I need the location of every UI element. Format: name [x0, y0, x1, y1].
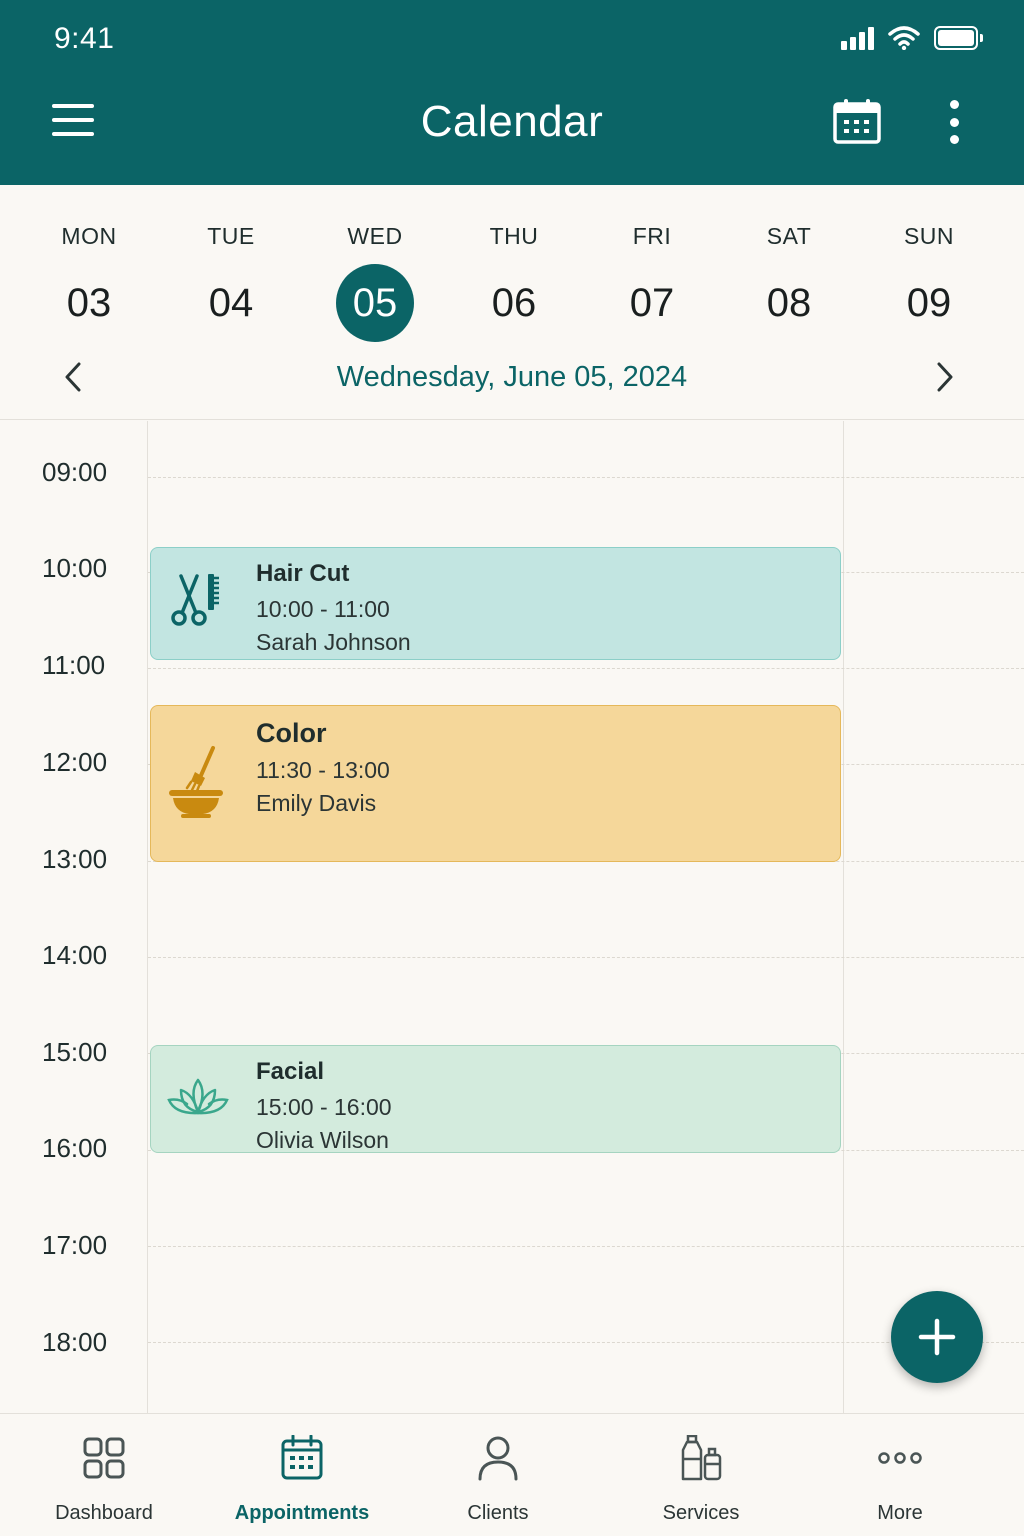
hour-label: 15:00	[42, 1037, 108, 1067]
hour-label: 17:00	[42, 1230, 108, 1260]
hour-label: 12:00	[42, 747, 108, 777]
selected-date-label: Wednesday, June 05, 2024	[336, 361, 688, 393]
hour-gridline	[148, 477, 1024, 478]
battery-icon	[934, 26, 983, 50]
appointment-details: Color 11:30 - 13:00 Emily Davis	[256, 718, 390, 817]
day-name: TUE	[207, 223, 255, 249]
dashboard-grid-icon	[4, 1434, 204, 1482]
day-name: SAT	[766, 223, 812, 249]
hour-label: 18:00	[42, 1327, 108, 1357]
day-number: 04	[208, 281, 254, 325]
day-mon[interactable]: MON 03	[34, 223, 144, 342]
nav-services[interactable]: Services	[601, 1434, 801, 1525]
right-column-divider	[843, 421, 844, 1413]
nav-appointments[interactable]: Appointments	[202, 1434, 402, 1525]
appointment-time: 15:00 - 16:00	[256, 1094, 392, 1120]
hour-label: 14:00	[42, 940, 108, 970]
nav-clients[interactable]: Clients	[398, 1434, 598, 1525]
nav-label: Appointments	[234, 1502, 370, 1524]
app-header: 9:41 Calendar	[0, 0, 1024, 185]
day-name: THU	[489, 223, 539, 249]
day-tue[interactable]: TUE 04	[176, 223, 286, 342]
day-fri[interactable]: FRI 07	[597, 223, 707, 342]
bottom-navigation: Dashboard Appointments Clients Services …	[0, 1413, 1024, 1536]
signal-icon	[841, 26, 874, 50]
hour-label: 09:00	[42, 457, 108, 487]
day-name: FRI	[632, 223, 672, 249]
hour-label: 16:00	[42, 1133, 108, 1163]
appointment-card-color[interactable]: Color 11:30 - 13:00 Emily Davis	[150, 705, 841, 862]
appointment-card-hair-cut[interactable]: Hair Cut 10:00 - 11:00 Sarah Johnson	[150, 547, 841, 660]
nav-label: Dashboard	[55, 1502, 153, 1524]
day-number: 05	[336, 264, 414, 342]
lotus-icon	[167, 1076, 229, 1123]
status-icons	[841, 26, 983, 50]
person-icon	[398, 1434, 598, 1482]
hour-gridline	[148, 957, 1024, 958]
nav-label: Services	[662, 1502, 740, 1524]
more-options-icon[interactable]	[944, 100, 964, 144]
day-number: 06	[491, 281, 537, 325]
appointment-client: Emily Davis	[256, 790, 377, 816]
day-number: 03	[66, 281, 112, 325]
day-name: WED	[347, 223, 403, 249]
appointment-card-facial[interactable]: Facial 15:00 - 16:00 Olivia Wilson	[150, 1045, 841, 1153]
hour-label: 10:00	[42, 553, 108, 583]
calendar-icon	[202, 1434, 402, 1482]
calendar-icon	[833, 99, 881, 144]
appointment-time: 10:00 - 11:00	[256, 596, 390, 622]
more-dots-icon	[800, 1434, 1000, 1482]
plus-icon	[918, 1318, 956, 1356]
chevron-right-icon	[937, 362, 953, 392]
day-sat[interactable]: SAT 08	[734, 223, 844, 342]
day-number: 09	[906, 281, 952, 325]
day-timeline[interactable]: 09:00 10:00 11:00 12:00 13:00 14:00 15:0…	[0, 421, 1024, 1413]
next-day-button[interactable]	[932, 360, 958, 399]
appointment-client: Olivia Wilson	[256, 1127, 389, 1153]
hour-label: 11:00	[42, 650, 106, 680]
day-number: 07	[629, 281, 675, 325]
calendar-picker-button[interactable]	[832, 98, 882, 149]
appointment-title: Facial	[256, 1058, 325, 1085]
color-bowl-brush-icon	[167, 744, 227, 823]
appointment-title: Color	[256, 718, 327, 748]
day-wed-selected[interactable]: WED 05	[320, 223, 430, 342]
week-strip: MON 03 TUE 04 WED 05 THU 06 FRI 07 SAT 0…	[0, 185, 1024, 420]
appointment-client: Sarah Johnson	[256, 629, 411, 655]
appointment-time: 11:30 - 13:00	[256, 757, 390, 783]
hour-gridline	[148, 1246, 1024, 1247]
day-number: 08	[766, 281, 812, 325]
add-appointment-button[interactable]	[891, 1291, 983, 1383]
nav-label: Clients	[467, 1502, 529, 1524]
hour-label: 13:00	[42, 844, 108, 874]
appointment-details: Facial 15:00 - 16:00 Olivia Wilson	[256, 1058, 392, 1154]
status-time: 9:41	[54, 22, 115, 55]
nav-label: More	[877, 1502, 923, 1524]
day-name: MON	[61, 223, 117, 249]
day-name: SUN	[903, 223, 955, 249]
appointment-details: Hair Cut 10:00 - 11:00 Sarah Johnson	[256, 560, 411, 656]
scissors-comb-icon	[167, 570, 223, 635]
hour-gridline	[148, 668, 1024, 669]
wifi-icon	[888, 26, 920, 50]
nav-dashboard[interactable]: Dashboard	[4, 1434, 204, 1525]
nav-more[interactable]: More	[800, 1434, 1000, 1525]
bottles-icon	[601, 1434, 801, 1482]
appointment-title: Hair Cut	[256, 560, 350, 587]
day-sun[interactable]: SUN 09	[874, 223, 984, 342]
day-thu[interactable]: THU 06	[459, 223, 569, 342]
